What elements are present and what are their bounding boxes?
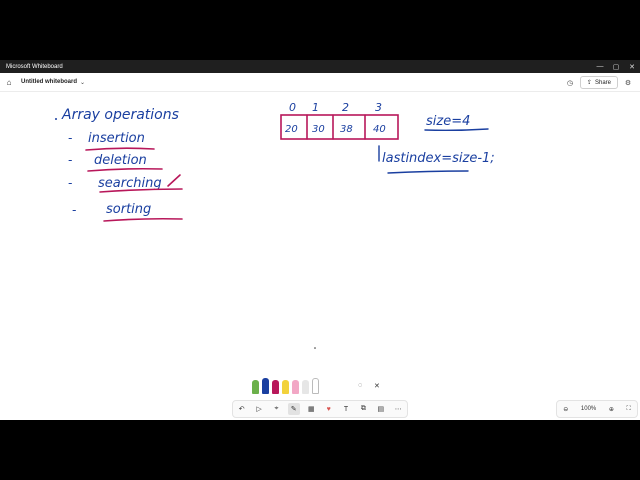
lasso-icon[interactable]: ◌ [358,382,362,389]
settings-icon[interactable]: ⚙ [622,77,634,89]
pen-magenta[interactable] [272,380,279,394]
array-index: 3 [375,101,382,114]
fit-screen-icon[interactable]: ⛶ [627,406,631,413]
dash-ink: - [72,203,76,217]
last-index-note: lastindex=size-1; [382,151,495,166]
window-title: Microsoft Whiteboard [6,63,63,70]
more-icon[interactable]: ⋯ [392,403,404,415]
pen-tray [252,378,319,394]
sticky-note-icon[interactable]: ▦ [305,403,317,415]
maximize-button[interactable]: ▢ [608,60,624,73]
lasso-select-icon[interactable]: ⌖ [270,403,282,415]
shapes-icon[interactable]: ⧉ [357,403,369,415]
reactions-icon[interactable]: ♥ [323,403,335,415]
board-name[interactable]: Untitled whiteboard [21,79,77,85]
check-mark [167,174,181,187]
window-controls: — ▢ ✕ [592,60,640,73]
array-index: 0 [289,101,296,114]
underline-deletion [87,167,163,172]
op-sorting: sorting [106,202,151,217]
array-cell: 38 [340,124,353,135]
pen-green[interactable] [252,380,259,394]
zoom-out-icon[interactable]: ⊖ [563,406,568,413]
highlighter-pink[interactable] [292,380,299,394]
heading-ink: Array operations [61,107,179,123]
size-note: size=4 [426,114,470,129]
array-cell: 30 [312,124,325,135]
array-cell: 20 [285,124,298,135]
cursor-dot [314,347,316,349]
zoom-level[interactable]: 100% [581,406,596,412]
select-icon[interactable]: ▷ [253,403,265,415]
op-deletion: deletion [94,153,147,168]
app-bar: ⌂ Untitled whiteboard ⌄ ◷ ⇪ Share ⚙ [0,73,640,92]
op-insertion: insertion [88,131,145,146]
close-button[interactable]: ✕ [624,60,640,73]
pen-icon[interactable]: ✎ [287,403,300,415]
dash-ink: - [68,176,72,190]
timer-icon[interactable]: ◷ [564,77,576,89]
underline-sorting [103,217,183,222]
ink-layer: Array operations - insertion - deletion … [55,101,495,349]
bottom-toolbar: ↶ ▷ ⌖ ✎ ▦ ♥ T ⧉ ▤ ⋯ [232,400,408,418]
chevron-down-icon[interactable]: ⌄ [80,79,85,86]
whiteboard-window: Microsoft Whiteboard — ▢ ✕ ⌂ Untitled wh… [0,60,640,420]
minimize-button[interactable]: — [592,60,608,73]
dash-ink: - [68,153,72,167]
home-icon[interactable]: ⌂ [5,78,13,87]
templates-icon[interactable]: ▤ [375,403,387,415]
dash-ink: - [68,131,72,145]
title-bar: Microsoft Whiteboard — ▢ ✕ [0,60,640,73]
close-icon[interactable]: ✕ [374,382,380,390]
share-label: Share [594,79,611,86]
undo-icon[interactable]: ↶ [236,403,248,415]
array-index: 2 [342,101,349,114]
share-icon: ⇪ [586,80,592,86]
eraser[interactable] [302,380,309,394]
ruler[interactable] [312,378,319,394]
bullet-dot [55,118,57,120]
whiteboard-canvas[interactable]: Array operations - insertion - deletion … [0,91,640,420]
app-bar-actions: ◷ ⇪ Share ⚙ [560,76,634,89]
zoom-controls: ⊖ 100% ⊕ ⛶ [556,400,638,418]
zoom-in-icon[interactable]: ⊕ [609,406,614,413]
pen-blue[interactable] [262,378,269,394]
underline-size [424,128,489,132]
text-icon[interactable]: T [340,403,352,415]
share-button[interactable]: ⇪ Share [579,76,618,89]
array-cell: 40 [373,124,386,135]
underline-last-index [387,170,469,174]
array-index: 1 [312,101,319,114]
underline-insertion [85,147,155,151]
highlighter-yellow[interactable] [282,380,289,394]
